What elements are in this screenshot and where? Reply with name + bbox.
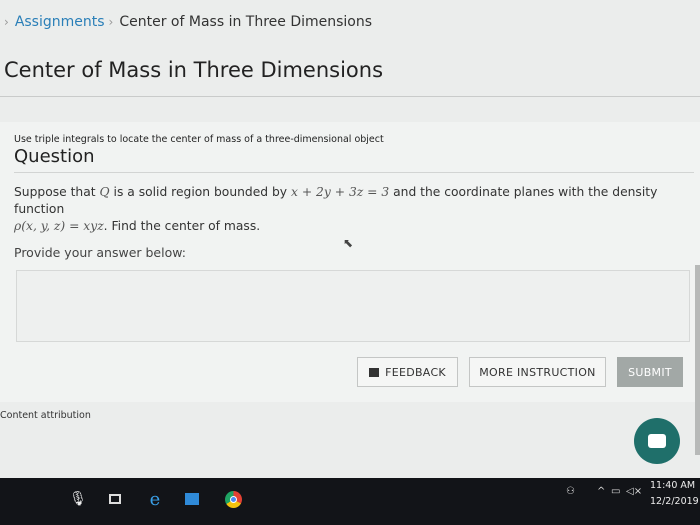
question-text-part: is a solid region bounded by <box>113 185 288 199</box>
clock-date[interactable]: 12/2/2019 <box>650 496 699 507</box>
page-title: Center of Mass in Three Dimensions <box>4 58 384 82</box>
chat-button[interactable] <box>634 418 680 464</box>
feedback-button-label: FEEDBACK <box>385 365 446 379</box>
scrollbar[interactable] <box>695 265 700 455</box>
task-view-icon[interactable] <box>106 490 124 508</box>
network-icon[interactable]: ▭ <box>611 486 620 497</box>
cursor-icon: ⬉ <box>343 236 354 250</box>
task-view-shape <box>109 494 121 504</box>
answer-prompt: Provide your answer below: <box>14 245 186 260</box>
chevron-right-icon: › <box>108 15 114 29</box>
math-variable: Q <box>99 185 110 199</box>
store-shape <box>185 493 199 505</box>
answer-input-area[interactable] <box>16 270 690 342</box>
chrome-shape <box>224 490 242 508</box>
edge-icon[interactable]: e <box>146 489 164 510</box>
question-text-part: . Find the center of mass. <box>103 219 261 233</box>
chevron-up-icon[interactable]: ^ <box>597 486 605 497</box>
people-icon[interactable]: ⚇ <box>566 486 575 497</box>
taskbar <box>0 478 700 525</box>
chevron-right-icon: › <box>4 15 9 29</box>
question-heading: Question <box>14 146 95 167</box>
density-equation: ρ(x, y, z) = xyz <box>14 219 104 233</box>
content-attribution-link[interactable]: Content attribution <box>0 410 91 421</box>
more-instruction-button[interactable]: MORE INSTRUCTION <box>469 357 606 387</box>
microphone-icon[interactable]: 🎙 <box>69 490 87 508</box>
clock-time[interactable]: 11:40 AM <box>650 480 695 491</box>
breadcrumb-assignments-link[interactable]: Assignments <box>15 14 105 30</box>
chrome-icon[interactable] <box>223 490 243 508</box>
divider <box>14 172 694 173</box>
feedback-button[interactable]: FEEDBACK <box>357 357 458 387</box>
store-icon[interactable] <box>183 490 201 508</box>
submit-button[interactable]: SUBMIT <box>617 357 683 387</box>
volume-icon[interactable]: ◁× <box>626 486 642 497</box>
learning-objective: Use triple integrals to locate the cente… <box>14 134 384 145</box>
breadcrumb: › Assignments › Center of Mass in Three … <box>0 14 372 30</box>
plane-equation: x + 2y + 3z = 3 <box>291 185 390 199</box>
divider <box>0 96 700 97</box>
flag-icon <box>369 367 380 377</box>
breadcrumb-current: Center of Mass in Three Dimensions <box>119 14 373 30</box>
page: › Assignments › Center of Mass in Three … <box>0 0 700 525</box>
question-text: Suppose that Q is a solid region bounded… <box>14 184 694 235</box>
question-text-part: Suppose that <box>14 185 96 199</box>
chat-icon <box>648 434 666 448</box>
